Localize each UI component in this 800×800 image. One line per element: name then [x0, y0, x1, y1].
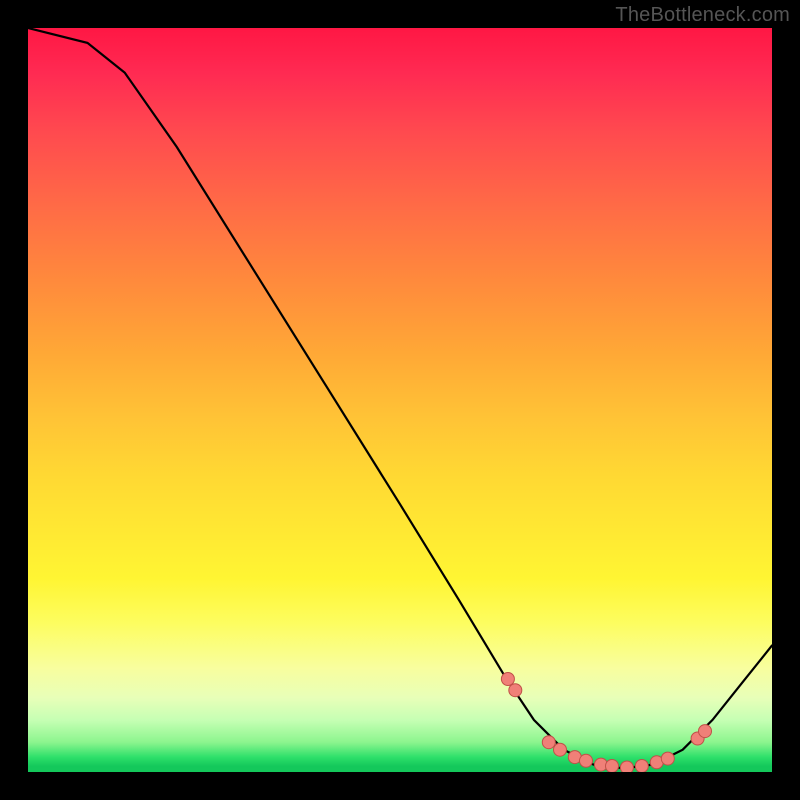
- chart-frame: TheBottleneck.com: [0, 0, 800, 800]
- data-marker: [554, 743, 567, 756]
- data-marker: [501, 673, 514, 686]
- chart-svg: [28, 28, 772, 772]
- data-marker: [661, 752, 674, 765]
- data-markers: [501, 673, 711, 773]
- plot-area: [28, 28, 772, 772]
- attribution-text: TheBottleneck.com: [615, 4, 790, 27]
- data-marker: [509, 684, 522, 697]
- data-marker: [542, 736, 555, 749]
- data-marker: [620, 761, 633, 772]
- data-marker: [580, 754, 593, 767]
- data-marker: [635, 760, 648, 773]
- bottleneck-curve: [28, 28, 772, 768]
- data-marker: [606, 760, 619, 773]
- data-marker: [699, 725, 712, 738]
